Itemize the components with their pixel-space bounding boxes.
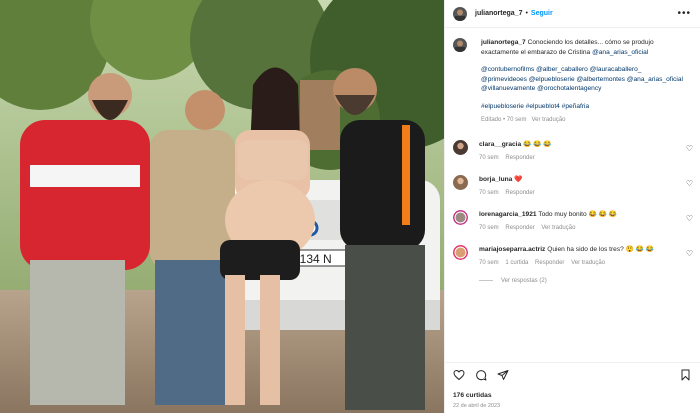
commenter-avatar[interactable]	[453, 244, 468, 260]
translate-link[interactable]: Ver tradução	[571, 260, 605, 266]
commenter-avatar[interactable]	[453, 139, 468, 155]
post-caption: julianortega_7 Conociendo los detalles..…	[445, 30, 700, 126]
comment-text: Todo muy bonito 😂 😂 😂	[538, 210, 617, 218]
comment-text: Quien ha sido de los tres? 😲 😂 😂	[547, 245, 654, 253]
comment-like-heart-icon[interactable]: ♡	[686, 214, 693, 223]
action-icons	[453, 369, 511, 383]
post-date: 22 de abril de 2023	[453, 403, 501, 409]
caption-main: julianortega_7 Conociendo los detalles..…	[481, 38, 689, 57]
caption-mention[interactable]: @ana_arias_oficial	[592, 49, 648, 56]
comment-item: clara__gracia 😂 😂 😂 70 sem Responder ♡	[445, 139, 700, 163]
comment-item: lorenagarcia_1921 Todo muy bonito 😂 😂 😂 …	[445, 209, 700, 233]
caption-meta: Editado • 70 sem Ver tradução	[481, 117, 566, 123]
comment-item: mariajoseparra.actriz Quien ha sido de l…	[445, 244, 700, 268]
replies-line	[479, 280, 493, 281]
reply-button[interactable]: Responder	[505, 190, 534, 196]
comment-age: 70 sem	[479, 189, 499, 196]
bookmark-icon[interactable]	[680, 369, 691, 384]
reply-button[interactable]: Responder	[505, 225, 534, 231]
translate-link[interactable]: Ver tradução	[541, 225, 575, 231]
reply-button[interactable]: Responder	[505, 155, 534, 161]
view-replies-button[interactable]: Ver respostas (2)	[445, 278, 700, 284]
reply-button[interactable]: Responder	[535, 260, 564, 266]
comment-meta: 70 sem 1 curtida Responder Ver tradução	[479, 259, 679, 268]
more-options-icon[interactable]: •••	[677, 8, 691, 19]
post-actions: 176 curtidas 22 de abril de 2023	[445, 362, 700, 413]
comment-meta: 70 sem Responder Ver tradução	[479, 224, 679, 233]
post-header: julianortega_7 • Seguir •••	[445, 0, 700, 28]
caption-edited: Editado	[481, 117, 502, 123]
follow-button[interactable]: Seguir	[531, 10, 553, 17]
post-details-panel: julianortega_7 • Seguir ••• julianortega…	[444, 0, 700, 413]
likes-count[interactable]: 176 curtidas	[453, 392, 491, 399]
post-photo[interactable]: 4134 N	[0, 0, 444, 413]
commenter-avatar[interactable]	[453, 174, 468, 190]
comment-like-heart-icon[interactable]: ♡	[686, 249, 693, 258]
comment-age: 70 sem	[479, 224, 499, 231]
comment-age: 70 sem	[479, 154, 499, 161]
comment-likes[interactable]: 1 curtida	[505, 260, 528, 266]
caption-username[interactable]: julianortega_7	[481, 39, 526, 46]
share-icon[interactable]	[497, 369, 511, 383]
author-username[interactable]: julianortega_7	[475, 10, 522, 17]
comment-username[interactable]: mariajoseparra.actriz	[479, 246, 545, 253]
comment-icon[interactable]	[475, 369, 489, 383]
commenter-avatar[interactable]	[453, 209, 468, 225]
separator-dot: •	[525, 10, 528, 17]
instagram-post-view: 4134 N julianortega_7 • Seguir ••• julia…	[0, 0, 700, 413]
post-photo-illustration: 4134 N	[0, 0, 444, 413]
caption-translate-link[interactable]: Ver tradução	[532, 117, 566, 123]
caption-author-avatar[interactable]	[453, 38, 467, 52]
comment-username[interactable]: borja_luna	[479, 176, 512, 183]
heart-icon[interactable]	[453, 369, 467, 383]
caption-age: 70 sem	[506, 117, 527, 123]
comment-text: 😂 😂 😂	[523, 140, 552, 148]
comment-like-heart-icon[interactable]: ♡	[686, 179, 693, 188]
author-avatar[interactable]	[453, 6, 467, 21]
comment-username[interactable]: lorenagarcia_1921	[479, 211, 537, 218]
comment-meta: 70 sem Responder	[479, 154, 679, 163]
comment-text: ❤️	[514, 175, 523, 183]
caption-hashtags[interactable]: #elpuebloserie #elpueblot4 #peñafria	[481, 102, 689, 112]
comment-like-heart-icon[interactable]: ♡	[686, 144, 693, 153]
comment-item: borja_luna ❤️ 70 sem Responder ♡	[445, 174, 700, 198]
comment-age: 70 sem	[479, 259, 499, 266]
view-replies-label[interactable]: Ver respostas (2)	[501, 278, 547, 284]
comment-meta: 70 sem Responder	[479, 189, 679, 198]
comments-scroll-area[interactable]: julianortega_7 Conociendo los detalles..…	[445, 30, 700, 360]
comment-username[interactable]: clara__gracia	[479, 141, 521, 148]
caption-tags-mentions[interactable]: @contubernofilms @alber_caballero @laura…	[481, 65, 689, 94]
